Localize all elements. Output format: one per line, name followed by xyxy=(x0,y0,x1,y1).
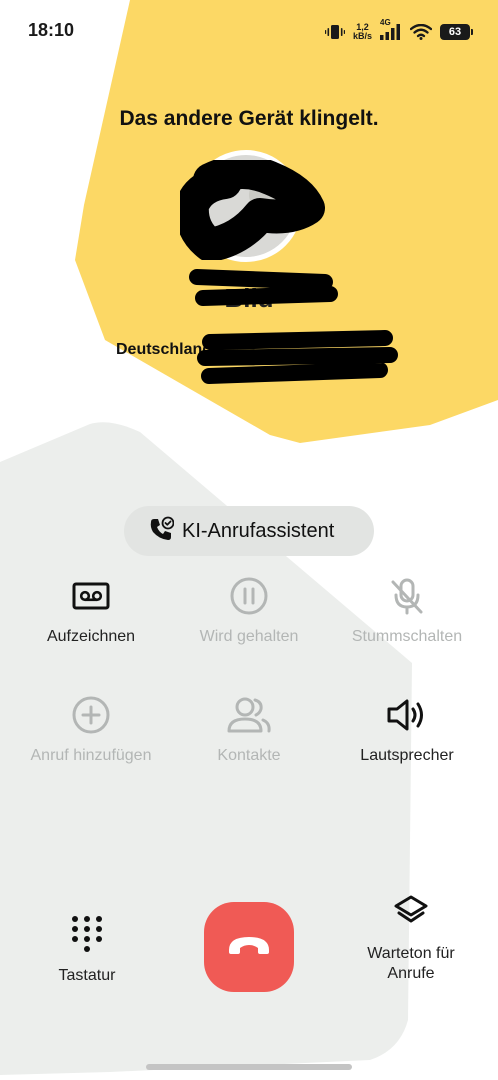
network-speed-unit: kB/s xyxy=(352,31,372,41)
status-time: 18:10 xyxy=(28,20,75,40)
add-call-icon xyxy=(71,695,111,735)
vibrate-icon xyxy=(324,24,345,40)
mute-icon xyxy=(387,576,427,616)
speaker-label: Lautsprecher xyxy=(360,747,454,764)
signal-icon: 4G xyxy=(380,18,402,40)
hold-music-label-line2: Anrufe xyxy=(387,965,435,982)
hold-label: Wird gehalten xyxy=(199,628,299,645)
contacts-icon xyxy=(225,695,273,735)
contacts-label: Kontakte xyxy=(217,747,281,764)
hang-up-icon xyxy=(226,934,272,961)
add-call-label: Anruf hinzufügen xyxy=(30,747,152,764)
hold-button[interactable]: Wird gehalten xyxy=(166,576,332,646)
status-bar: 18:10 1,2 kB/s 4G 63 xyxy=(0,0,498,64)
speaker-button[interactable]: Lautsprecher xyxy=(324,695,490,765)
record-label: Aufzeichnen xyxy=(46,628,136,645)
network-type: 4G xyxy=(380,18,391,27)
redaction-avatar-scribble xyxy=(180,160,325,260)
speaker-icon xyxy=(386,695,428,735)
record-button[interactable]: Aufzeichnen xyxy=(8,576,174,646)
hold-music-label-line1: Warteton für xyxy=(367,945,455,962)
keypad-label: Tastatur xyxy=(58,967,116,984)
mute-button[interactable]: Stummschalten xyxy=(324,576,490,646)
redaction-name-scribble xyxy=(189,269,338,306)
end-call-button[interactable] xyxy=(204,902,294,992)
wifi-icon xyxy=(410,24,432,40)
pause-icon xyxy=(229,576,269,616)
keypad-icon xyxy=(70,914,104,954)
mute-label: Stummschalten xyxy=(351,628,463,645)
status-icons: 1,2 kB/s 4G 63 xyxy=(324,18,473,44)
network-speed: 1,2 kB/s xyxy=(353,23,372,41)
hold-music-button[interactable]: Warteton für Anrufe xyxy=(346,894,476,984)
contacts-button[interactable]: Kontakte xyxy=(166,695,332,765)
add-call-button[interactable]: Anruf hinzufügen xyxy=(8,695,174,765)
phone-ai-icon xyxy=(148,516,175,547)
redaction-location-scribble xyxy=(197,330,398,384)
layers-icon xyxy=(393,894,429,934)
ai-call-assistant-label: KI-Anrufassistent xyxy=(182,519,335,542)
ai-call-assistant-button[interactable]: KI-Anrufassistent xyxy=(124,506,374,556)
keypad-button[interactable]: Tastatur xyxy=(38,914,136,986)
battery-level: 63 xyxy=(448,26,462,38)
home-indicator[interactable] xyxy=(146,1064,352,1070)
record-icon xyxy=(72,576,110,616)
battery-icon: 63 xyxy=(440,24,473,40)
call-status-text: Das andere Gerät klingelt. xyxy=(119,107,379,130)
